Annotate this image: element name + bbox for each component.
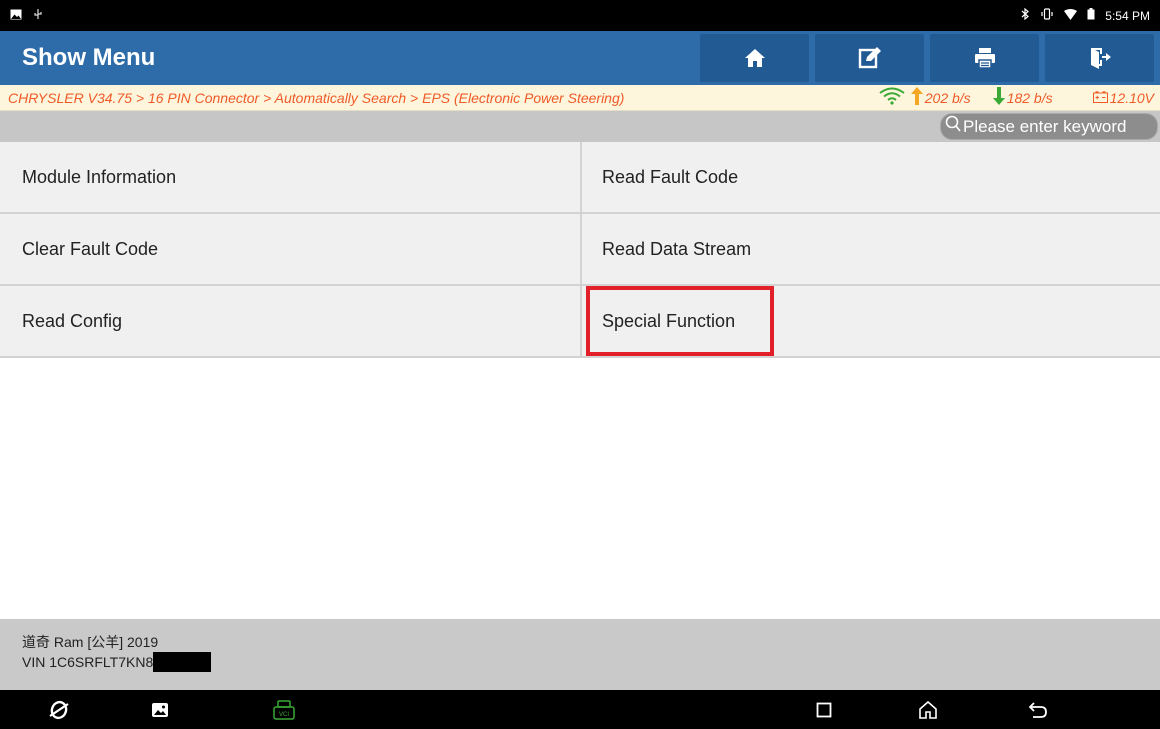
usb-icon xyxy=(32,8,44,23)
edit-report-icon xyxy=(858,47,881,69)
search-icon xyxy=(945,115,961,138)
voltage-value: 12.10V xyxy=(1109,89,1154,106)
vin-redaction xyxy=(153,652,212,672)
menu-item-read-config[interactable]: Read Config xyxy=(0,286,582,356)
home-nav-icon[interactable] xyxy=(916,699,940,721)
vin-text: VIN 1C6SRFLT7KN8 xyxy=(22,653,154,670)
menu-row: Read Config Special Function xyxy=(0,286,1160,358)
menu-item-label: Read Fault Code xyxy=(602,166,739,187)
menu-item-module-information[interactable]: Module Information xyxy=(0,142,582,212)
breadcrumb: CHRYSLER V34.75 > 16 PIN Connector > Aut… xyxy=(8,89,625,106)
battery-icon xyxy=(1087,8,1095,23)
print-icon xyxy=(974,48,995,69)
highlight-box xyxy=(586,286,774,356)
search-placeholder: Please enter keyword xyxy=(963,116,1127,136)
home-icon xyxy=(744,49,765,67)
menu-item-clear-fault-code[interactable]: Clear Fault Code xyxy=(0,214,582,284)
search-strip: Please enter keyword xyxy=(0,111,1160,142)
vin-row: VIN 1C6SRFLT7KN8 xyxy=(22,652,1160,672)
menu-item-label: Clear Fault Code xyxy=(22,238,159,259)
wifi-icon xyxy=(1064,8,1078,23)
menu-row: Clear Fault Code Read Data Stream xyxy=(0,214,1160,286)
vehicle-info: 道奇 Ram [公羊] 2019 VIN 1C6SRFLT7KN8 xyxy=(0,619,1160,690)
print-button[interactable] xyxy=(930,34,1039,82)
function-menu: Module Information Read Fault Code Clear… xyxy=(0,142,1160,358)
image-icon xyxy=(10,9,22,23)
status-bar: 5:54 PM xyxy=(0,0,1160,31)
system-nav-bar: VCI xyxy=(0,690,1160,729)
exit-button[interactable] xyxy=(1045,34,1154,82)
home-button[interactable] xyxy=(700,34,809,82)
search-input[interactable]: Please enter keyword xyxy=(940,113,1158,140)
recents-icon[interactable] xyxy=(812,699,836,721)
menu-item-label: Read Config xyxy=(22,310,123,331)
status-left xyxy=(10,8,44,23)
menu-item-read-fault-code[interactable]: Read Fault Code xyxy=(582,142,1160,212)
svg-text:VCI: VCI xyxy=(279,712,289,718)
menu-item-special-function[interactable]: Special Function xyxy=(582,286,1160,356)
breadcrumb-bar: CHRYSLER V34.75 > 16 PIN Connector > Aut… xyxy=(0,85,1160,111)
vehicle-model: 道奇 Ram [公羊] 2019 xyxy=(22,634,159,650)
edit-report-button[interactable] xyxy=(815,34,924,82)
clock: 5:54 PM xyxy=(1105,8,1150,23)
back-icon[interactable] xyxy=(1026,699,1050,721)
upload-arrow-icon xyxy=(910,87,923,108)
app-header: Show Menu xyxy=(0,31,1160,85)
menu-item-read-data-stream[interactable]: Read Data Stream xyxy=(582,214,1160,284)
download-arrow-icon xyxy=(992,87,1005,108)
menu-item-label: Read Data Stream xyxy=(602,238,752,259)
menu-row: Module Information Read Fault Code xyxy=(0,142,1160,214)
upload-rate: 202 b/s xyxy=(924,89,971,106)
page-title: Show Menu xyxy=(22,44,156,71)
bluetooth-icon xyxy=(1021,7,1030,23)
voltage-status: 12.10V xyxy=(1092,89,1154,106)
screen: 5:54 PM Show Menu CHRYSLER V34.75 > 16 P… xyxy=(0,0,1160,729)
download-rate: 182 b/s xyxy=(1006,89,1053,106)
browser-icon[interactable] xyxy=(47,699,71,721)
vibrate-icon xyxy=(1040,8,1054,23)
battery-voltage-icon xyxy=(1092,90,1108,106)
exit-icon xyxy=(1090,48,1111,69)
menu-item-label: Module Information xyxy=(22,166,177,187)
network-status: 202 b/s 182 b/s xyxy=(879,87,1093,108)
vci-icon[interactable]: VCI xyxy=(272,699,296,721)
gallery-icon[interactable] xyxy=(148,699,172,721)
status-right: 5:54 PM xyxy=(1021,7,1150,23)
wifi-signal-icon xyxy=(879,87,905,108)
